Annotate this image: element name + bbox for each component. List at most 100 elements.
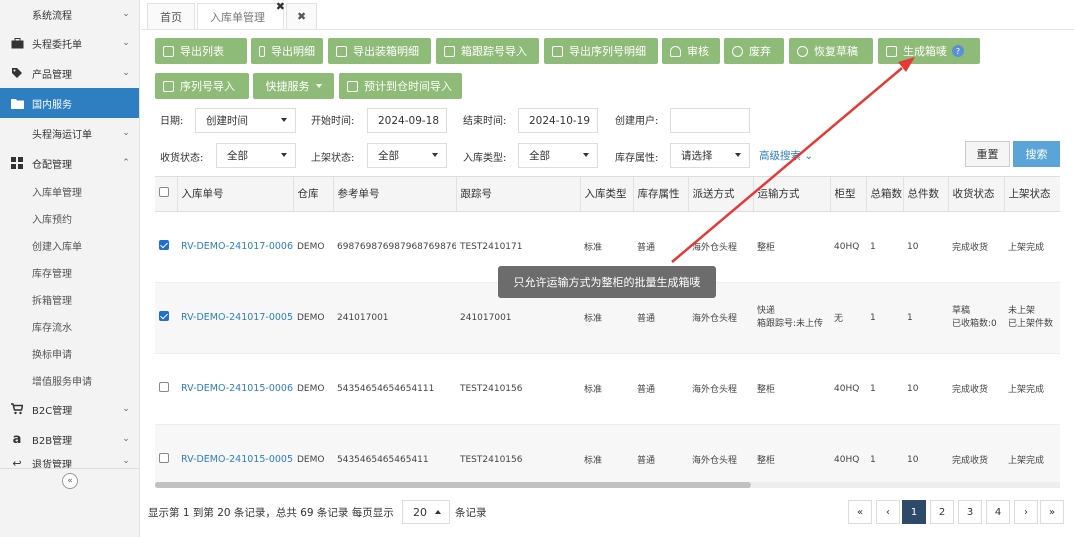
export-detail-button[interactable]: 导出明细: [251, 38, 323, 64]
reset-button[interactable]: 重置: [965, 141, 1010, 167]
start-time-input[interactable]: 2024-09-18: [367, 108, 447, 133]
sidebar-subitem-inbound[interactable]: 入库单管理: [0, 178, 139, 205]
sidebar-item-label: 产品管理: [32, 69, 72, 81]
table-row[interactable]: RV-DEMO-241015-0006 DEMO 54354654654654111…: [155, 353, 1060, 425]
help-icon[interactable]: ?: [952, 45, 964, 57]
close-icon: ✖: [297, 10, 307, 23]
serial-import-button[interactable]: 序列号导入: [155, 73, 249, 99]
column-header[interactable]: 派送方式: [688, 177, 754, 212]
generate-box-label-button[interactable]: 生成箱唛?: [878, 38, 980, 64]
chevron-down-icon: ⌄: [122, 128, 130, 138]
sidebar-subitem-create-inbound[interactable]: 创建入库单: [0, 232, 139, 259]
column-header[interactable]: 收货状态: [948, 177, 1005, 212]
row-checkbox[interactable]: [159, 382, 169, 392]
table-cell: 标准: [580, 424, 633, 486]
tab-bar: 首页 入库单管理 ✖ ✖: [141, 0, 1074, 30]
tab-inbound-management[interactable]: 入库单管理 ✖: [197, 0, 285, 29]
next-page-button[interactable]: ›: [1014, 500, 1038, 524]
select-value: 创建时间: [206, 115, 248, 127]
table-header-row: 入库单号 仓库 参考单号 跟踪号 入库类型 库存属性 派送方式 运输方式 柜型 …: [155, 177, 1060, 212]
table-cell: 普通: [633, 424, 688, 486]
table-row[interactable]: RV-DEMO-241015-0005 DEMO 5435465465465411 T…: [155, 424, 1060, 486]
row-checkbox[interactable]: [159, 311, 169, 321]
export-list-button[interactable]: 导出列表: [155, 38, 247, 64]
sidebar-item-label: 系统流程: [32, 10, 72, 22]
sidebar-subitem-appointment[interactable]: 入库预约: [0, 205, 139, 232]
column-header[interactable]: 仓库: [293, 177, 334, 212]
sidebar-item-first-leg[interactable]: 头程委托单 ⌄: [0, 28, 139, 58]
inbound-number-link[interactable]: RV-DEMO-241017-0006: [177, 211, 293, 283]
inbound-number-link[interactable]: RV-DEMO-241015-0005: [177, 424, 293, 486]
inbound-table: 入库单号 仓库 参考单号 跟踪号 入库类型 库存属性 派送方式 运输方式 柜型 …: [155, 176, 1060, 486]
export-serial-detail-button[interactable]: 导出序列号明细: [544, 38, 658, 64]
first-page-button[interactable]: «: [848, 500, 872, 524]
page-2-button[interactable]: 2: [930, 500, 954, 524]
last-page-button[interactable]: »: [1040, 500, 1064, 524]
date-type-select[interactable]: 创建时间: [195, 108, 296, 133]
select-all-checkbox[interactable]: [159, 187, 169, 198]
close-tab-icon[interactable]: ✖: [276, 0, 285, 13]
collapse-sidebar-button[interactable]: «: [62, 472, 78, 489]
export-icon: [552, 45, 563, 57]
receive-status-label: 收货状态:: [160, 153, 204, 164]
scrollbar-thumb[interactable]: [155, 482, 751, 488]
column-header[interactable]: 柜型: [830, 177, 867, 212]
import-box-tracking-button[interactable]: 箱跟踪号导入: [436, 38, 539, 64]
column-header[interactable]: 总箱数: [866, 177, 904, 212]
column-header[interactable]: 总件数: [903, 177, 949, 212]
column-header[interactable]: 运输方式: [753, 177, 831, 212]
quick-service-dropdown[interactable]: 快捷服务: [253, 73, 334, 99]
row-checkbox[interactable]: [159, 453, 169, 463]
row-checkbox[interactable]: [159, 240, 169, 250]
export-packing-detail-button[interactable]: 导出装箱明细: [328, 38, 431, 64]
column-header[interactable]: 库存属性: [633, 177, 689, 212]
sidebar-item-label: B2B管理: [32, 435, 73, 447]
sidebar-item-b2b[interactable]: a B2B管理 ⌄: [0, 424, 139, 454]
inbound-type-select[interactable]: 全部: [518, 143, 598, 168]
column-header[interactable]: 入库类型: [580, 177, 634, 212]
column-header[interactable]: 参考单号: [333, 177, 457, 212]
prev-page-button[interactable]: ‹: [876, 500, 900, 524]
column-header[interactable]: 入库单号: [177, 177, 294, 212]
page-3-button[interactable]: 3: [958, 500, 982, 524]
sidebar-subitem-inventory[interactable]: 库存管理: [0, 259, 139, 286]
table-cell: DEMO: [293, 282, 333, 354]
sidebar-item-sea-order[interactable]: 头程海运订单 ⌄: [0, 118, 139, 148]
shelf-status-select[interactable]: 全部: [367, 143, 447, 168]
end-time-input[interactable]: 2024-10-19: [518, 108, 598, 133]
stock-attr-select[interactable]: 请选择: [670, 143, 750, 168]
receive-status-select[interactable]: 全部: [216, 143, 296, 168]
eta-import-button[interactable]: 预计到仓时间导入: [339, 73, 462, 99]
inbound-number-link[interactable]: RV-DEMO-241017-0005: [177, 282, 293, 354]
sidebar-subitem-vas[interactable]: 增值服务申请: [0, 367, 139, 394]
sidebar-item-label: 头程委托单: [32, 39, 82, 51]
search-button[interactable]: 搜索: [1013, 141, 1060, 167]
sidebar-item-warehouse[interactable]: 仓配管理 ⌃: [0, 148, 139, 178]
close-all-tabs-button[interactable]: ✖: [286, 3, 318, 29]
advanced-search-link[interactable]: 高级搜索 ⌄: [759, 148, 813, 163]
page-size-select[interactable]: 20: [402, 500, 450, 524]
tab-home[interactable]: 首页: [147, 3, 195, 29]
sidebar-item-system-flow[interactable]: 系统流程 ⌄: [0, 0, 139, 28]
table-cell: 未上架 已上架件数: [1004, 282, 1060, 354]
page-4-button[interactable]: 4: [986, 500, 1010, 524]
sidebar-item-returns[interactable]: ↩ 退货管理 ⌄: [0, 454, 139, 468]
restore-draft-button[interactable]: 恢复草稿: [789, 38, 873, 64]
sidebar-item-b2c[interactable]: B2C管理 ⌄: [0, 394, 139, 424]
approve-button[interactable]: 审核: [662, 38, 720, 64]
row-select-cell: [155, 282, 177, 354]
sidebar-subitem-stock-flow[interactable]: 库存流水: [0, 313, 139, 340]
sidebar-item-products[interactable]: 产品管理 ⌄: [0, 58, 139, 88]
sidebar-item-domestic[interactable]: 国内服务: [0, 88, 139, 118]
column-header[interactable]: 跟踪号: [456, 177, 581, 212]
horizontal-scrollbar[interactable]: [155, 482, 1060, 488]
inbound-number-link[interactable]: RV-DEMO-241015-0006: [177, 353, 293, 425]
sidebar-subitem-unbox[interactable]: 拆箱管理: [0, 286, 139, 313]
creator-input[interactable]: [670, 108, 750, 133]
discard-button[interactable]: 废弃: [724, 38, 784, 64]
input-value: 2024-09-18: [378, 114, 440, 127]
page-1-button[interactable]: 1: [902, 500, 926, 524]
sidebar-subitem-relabel[interactable]: 换标申请: [0, 340, 139, 367]
button-label: 导出装箱明细: [353, 45, 419, 58]
column-header[interactable]: 上架状态: [1004, 177, 1060, 212]
